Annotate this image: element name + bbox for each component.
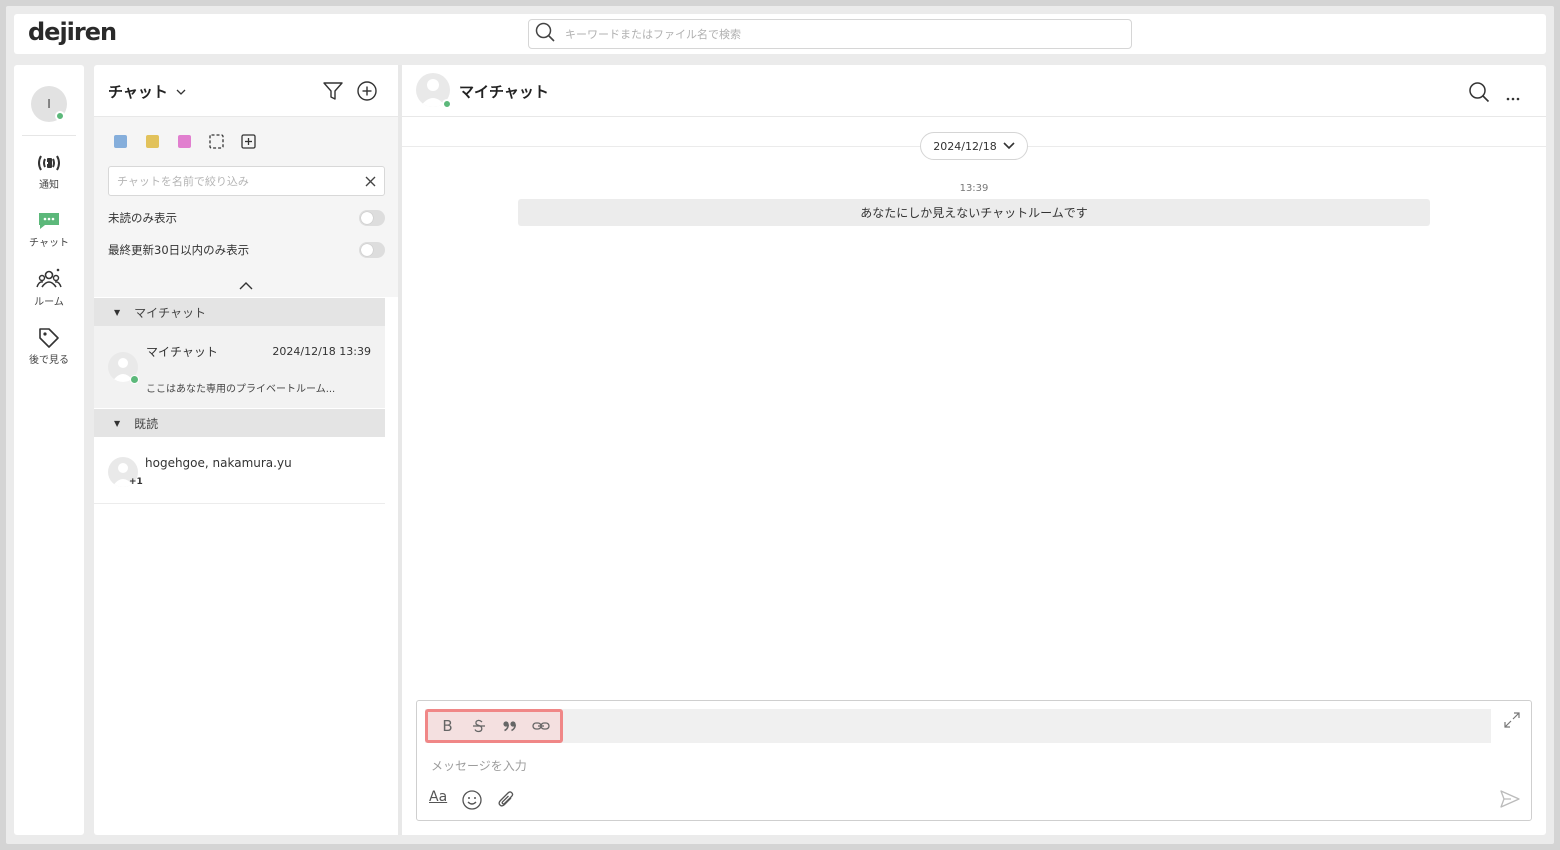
user-avatar[interactable]: I <box>31 86 67 122</box>
quote-icon[interactable] <box>498 714 522 738</box>
online-status-dot <box>130 375 139 384</box>
tag-icon <box>39 328 59 348</box>
chat-title: マイチャット <box>459 83 549 101</box>
chat-bubble-icon <box>39 213 59 229</box>
section-read[interactable]: ▼ 既読 <box>94 409 385 437</box>
online-status-dot <box>55 111 65 121</box>
chat-list-header: チャット <box>94 65 398 117</box>
rail-label-chat: チャット <box>29 238 69 249</box>
rail-label-notifications: 通知 <box>39 180 59 191</box>
top-bar: dejiren <box>14 14 1546 54</box>
recent-only-row: 最終更新30日以内のみ表示 <box>108 241 385 259</box>
color-filter-yellow[interactable] <box>146 135 159 148</box>
date-jump-button[interactable]: 2024/12/18 <box>920 132 1028 160</box>
chat-main-panel: マイチャット 2024/12/18 13:39 あなたにしか見えないチャットルー… <box>402 65 1546 835</box>
unread-only-toggle[interactable] <box>359 210 385 226</box>
unread-only-label: 未読のみ表示 <box>108 211 177 225</box>
clear-icon[interactable] <box>365 172 376 191</box>
date-label: 2024/12/18 <box>933 139 997 153</box>
chat-list-title-dropdown[interactable]: チャット <box>108 81 186 102</box>
collapse-filters-chevron-up-icon[interactable] <box>239 275 253 294</box>
chat-list-filters: 未読のみ表示 最終更新30日以内のみ表示 <box>94 117 398 297</box>
section-my-chat[interactable]: ▼ マイチャット <box>94 298 385 326</box>
search-icon <box>535 22 555 46</box>
member-count-badge: +1 <box>129 477 143 487</box>
rail-divider <box>22 135 76 136</box>
global-search[interactable] <box>528 19 1132 49</box>
chat-name: マイチャット <box>146 345 218 359</box>
color-filter-pink[interactable] <box>178 135 191 148</box>
chat-name: hogehgoe, nakamura.yu <box>145 456 292 470</box>
rail-item-notifications[interactable]: 通知 <box>14 153 84 191</box>
rail-item-watch-later[interactable]: 後で見る <box>14 326 84 366</box>
filter-icon[interactable] <box>322 80 344 106</box>
section-label: マイチャット <box>134 305 207 320</box>
chat-list-panel: チャット 未読のみ表示 最終更新30日以内の <box>94 65 398 835</box>
unread-only-row: 未読のみ表示 <box>108 209 385 227</box>
more-options-icon[interactable] <box>1506 87 1520 106</box>
broadcast-icon <box>38 155 60 171</box>
chevron-down-icon <box>1003 142 1015 150</box>
recent-only-label: 最終更新30日以内のみ表示 <box>108 243 250 257</box>
people-icon <box>36 268 62 288</box>
message-composer: B Aa <box>416 700 1532 821</box>
bold-button[interactable]: B <box>436 714 460 738</box>
nav-rail: I 通知 チャット ルーム 後で見る <box>14 65 84 835</box>
dejiren-logo: dejiren <box>28 18 117 46</box>
chat-name-filter-input[interactable] <box>117 174 365 188</box>
chat-date: 2024/12/18 13:39 <box>272 345 371 358</box>
format-button-group: B <box>425 709 563 743</box>
send-icon[interactable] <box>1499 789 1521 813</box>
chat-preview: ここはあなた専用のプライベートルーム... <box>146 384 336 395</box>
user-initial: I <box>47 97 51 111</box>
rail-item-rooms[interactable]: ルーム <box>14 268 84 308</box>
caret-down-icon: ▼ <box>114 418 121 428</box>
link-icon[interactable] <box>529 714 553 738</box>
chat-list-title: チャット <box>108 83 168 101</box>
add-chat-icon[interactable] <box>356 80 378 106</box>
select-frame-icon[interactable] <box>209 134 224 153</box>
attachment-icon[interactable] <box>495 789 517 815</box>
chat-name-filter[interactable] <box>108 166 385 196</box>
expand-icon[interactable] <box>1503 711 1521 733</box>
online-status-dot <box>442 99 452 109</box>
list-item-group-chat[interactable]: +1 hogehgoe, nakamura.yu <box>94 437 385 504</box>
section-label: 既読 <box>134 416 159 431</box>
chevron-down-icon <box>176 89 186 95</box>
list-item-my-chat[interactable]: マイチャット 2024/12/18 13:39 ここはあなた専用のプライベートル… <box>94 326 385 408</box>
text-format-button[interactable]: Aa <box>429 789 447 805</box>
caret-down-icon: ▼ <box>114 307 121 317</box>
search-input[interactable] <box>565 27 1131 41</box>
search-icon[interactable] <box>1468 81 1490 107</box>
message-input[interactable] <box>431 756 1431 776</box>
format-toolbar: B <box>425 709 1491 743</box>
recent-only-toggle[interactable] <box>359 242 385 258</box>
emoji-icon[interactable] <box>461 789 483 815</box>
rail-item-chat[interactable]: チャット <box>14 211 84 249</box>
rail-label-watch-later: 後で見る <box>29 355 69 366</box>
rail-label-rooms: ルーム <box>34 297 64 308</box>
chat-header: マイチャット <box>402 65 1546 117</box>
message-time: 13:39 <box>959 183 989 194</box>
color-filter-blue[interactable] <box>114 135 127 148</box>
add-color-filter-icon[interactable] <box>241 134 256 153</box>
system-message: あなたにしか見えないチャットルームです <box>518 199 1430 226</box>
strikethrough-icon[interactable] <box>467 714 491 738</box>
system-message-text: あなたにしか見えないチャットルームです <box>860 206 1088 220</box>
